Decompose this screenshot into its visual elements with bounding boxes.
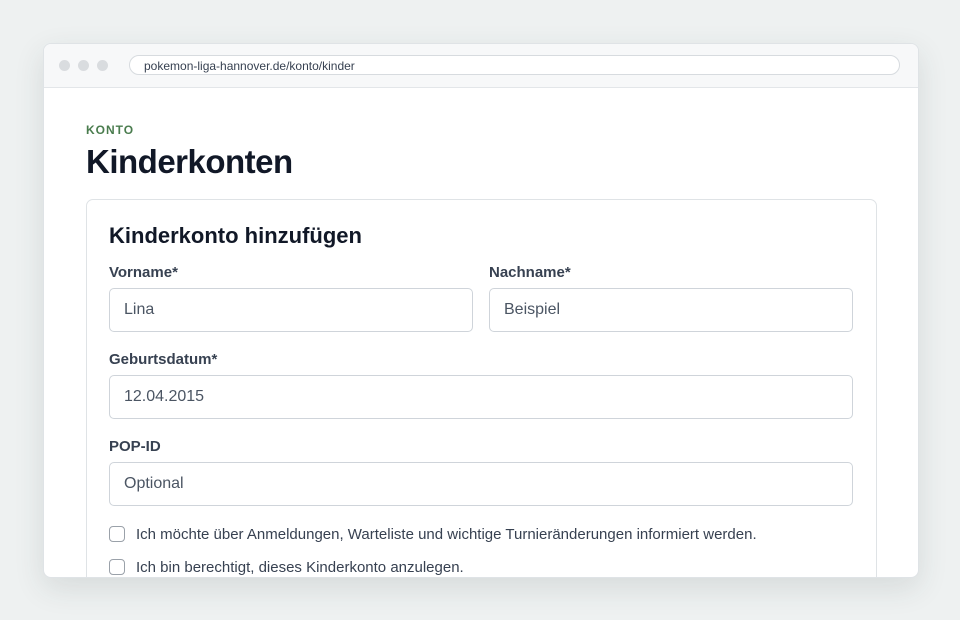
notification-consent-checkbox[interactable] xyxy=(109,526,125,542)
authorization-consent-checkbox[interactable] xyxy=(109,559,125,575)
section-eyebrow: KONTO xyxy=(86,123,135,137)
last-name-input[interactable]: Beispiel xyxy=(489,288,853,332)
page-title: Kinderkonten xyxy=(86,143,293,180)
pop-id-input[interactable]: Optional xyxy=(109,462,853,506)
browser-window: pokemon-liga-hannover.de/konto/kinder KO… xyxy=(43,43,919,578)
authorization-consent-label: Ich bin berechtigt, dieses Kinderkonto a… xyxy=(136,558,464,576)
authorization-consent-row[interactable]: Ich bin berechtigt, dieses Kinderkonto a… xyxy=(109,557,464,577)
birthdate-input[interactable]: 12.04.2015 xyxy=(109,375,853,419)
address-bar[interactable]: pokemon-liga-hannover.de/konto/kinder xyxy=(129,55,900,75)
window-close-dot[interactable] xyxy=(59,60,70,71)
browser-toolbar: pokemon-liga-hannover.de/konto/kinder xyxy=(44,44,918,88)
notification-consent-row[interactable]: Ich möchte über Anmeldungen, Warteliste … xyxy=(109,524,757,544)
last-name-label: Nachname* xyxy=(489,264,571,281)
first-name-label: Vorname* xyxy=(109,264,178,281)
first-name-input[interactable]: Lina xyxy=(109,288,473,332)
add-child-account-card: Kinderkonto hinzufügen Vorname* Lina Nac… xyxy=(86,199,877,577)
pop-id-label: POP-ID xyxy=(109,438,161,455)
notification-consent-label: Ich möchte über Anmeldungen, Warteliste … xyxy=(136,525,757,543)
window-maximize-dot[interactable] xyxy=(97,60,108,71)
card-title: Kinderkonto hinzufügen xyxy=(109,223,362,248)
window-minimize-dot[interactable] xyxy=(78,60,89,71)
birthdate-label: Geburtsdatum* xyxy=(109,351,218,368)
